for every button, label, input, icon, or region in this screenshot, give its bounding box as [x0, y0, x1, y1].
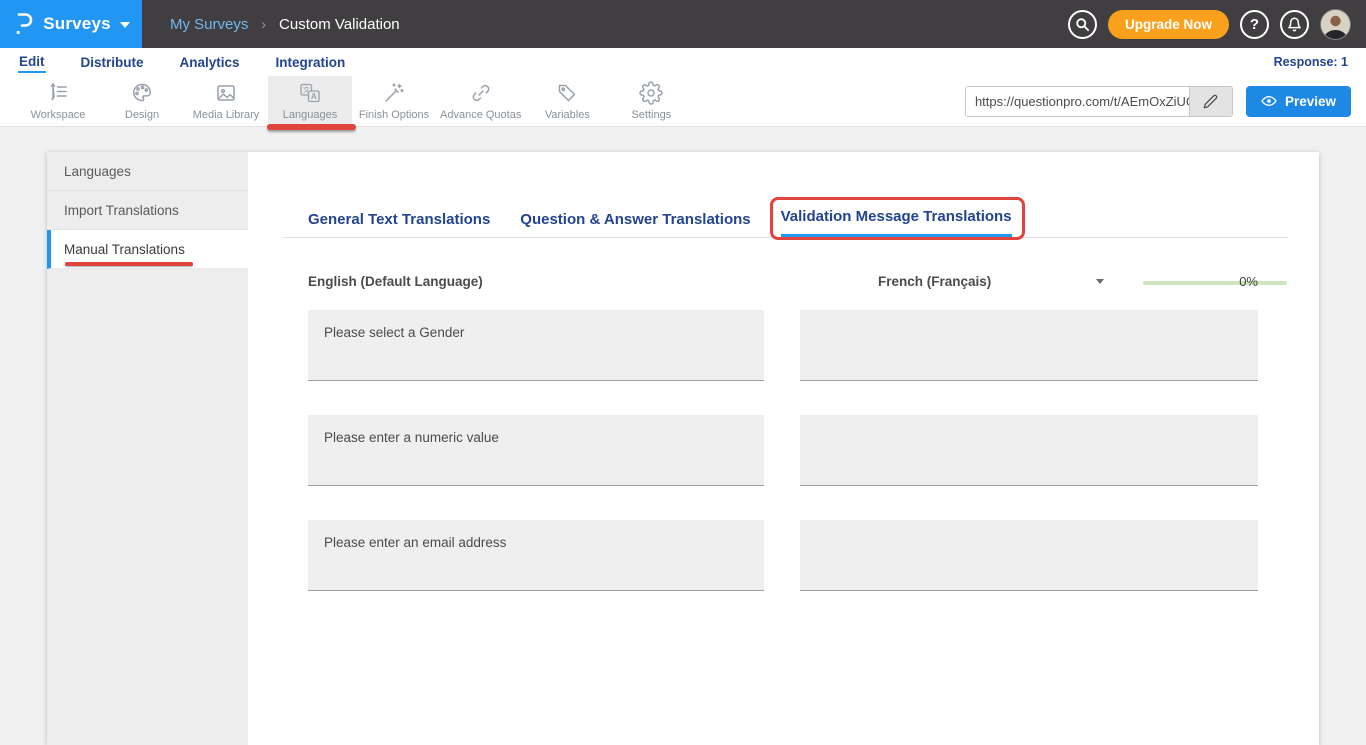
pencil-icon	[1203, 94, 1218, 109]
toolbar-finish-options[interactable]: Finish Options	[352, 76, 436, 126]
search-button[interactable]	[1068, 10, 1097, 39]
notifications-button[interactable]	[1280, 10, 1309, 39]
survey-url-group	[965, 86, 1233, 117]
breadcrumb: My Surveys › Custom Validation	[170, 16, 400, 33]
translation-row: Please enter a numeric value	[308, 415, 1258, 486]
survey-nav: Edit Distribute Analytics Integration Re…	[0, 48, 1366, 76]
sidebar-item-manual-translations-label: Manual Translations	[64, 242, 185, 257]
source-language-label: English (Default Language)	[308, 274, 483, 289]
tab-validation-message-translations-label: Validation Message Translations	[781, 208, 1012, 225]
sidebar-item-manual-translations[interactable]: Manual Translations	[47, 230, 248, 269]
chevron-down-icon	[120, 22, 130, 28]
sidebar-item-import-translations[interactable]: Import Translations	[47, 191, 248, 230]
survey-url-input[interactable]	[966, 87, 1189, 116]
translation-row: Please select a Gender	[308, 310, 1258, 381]
tab-edit[interactable]: Edit	[18, 51, 46, 73]
toolbar-media-library-label: Media Library	[193, 109, 260, 121]
user-avatar[interactable]	[1320, 9, 1351, 40]
tab-integration[interactable]: Integration	[275, 52, 347, 72]
top-bar: Surveys My Surveys › Custom Validation U…	[0, 0, 1366, 48]
tab-distribute[interactable]: Distribute	[80, 52, 145, 72]
toolbar-design-label: Design	[125, 109, 159, 121]
breadcrumb-current: Custom Validation	[279, 16, 400, 33]
toolbar-variables[interactable]: Variables	[525, 76, 609, 126]
toolbar-advance-quotas[interactable]: Advance Quotas	[436, 76, 525, 126]
eye-icon	[1261, 93, 1277, 109]
edit-toolbar: Workspace Design Media Library 文 A	[0, 76, 1366, 127]
target-language-select[interactable]: French (Français)	[878, 274, 1104, 289]
breadcrumb-separator-icon: ›	[261, 16, 266, 32]
tab-validation-message-translations[interactable]: Validation Message Translations	[781, 200, 1012, 237]
sidebar-item-languages[interactable]: Languages	[47, 152, 248, 191]
translations-panel: General Text Translations Question & Ans…	[248, 152, 1319, 745]
preview-label: Preview	[1285, 94, 1336, 109]
annotation-underline-languages	[267, 124, 356, 130]
chain-link-icon	[469, 81, 493, 105]
brand-label: Surveys	[43, 14, 111, 34]
toolbar-workspace[interactable]: Workspace	[16, 76, 100, 126]
image-icon	[214, 81, 238, 105]
toolbar-finish-options-label: Finish Options	[359, 109, 429, 121]
toolbar-languages-label: Languages	[283, 109, 337, 121]
toolbar-languages[interactable]: 文 A Languages	[268, 76, 352, 126]
content-card: Languages Import Translations Manual Tra…	[47, 152, 1319, 745]
questionpro-logo-icon	[12, 11, 34, 37]
header-actions: Upgrade Now ?	[1068, 9, 1366, 40]
toolbar-advance-quotas-label: Advance Quotas	[440, 109, 521, 121]
palette-icon	[130, 81, 154, 105]
svg-text:A: A	[311, 92, 317, 101]
preview-button[interactable]: Preview	[1246, 86, 1351, 117]
annotation-underline-manual-translations	[65, 262, 193, 266]
tab-analytics[interactable]: Analytics	[179, 52, 241, 72]
tab-question-answer-translations[interactable]: Question & Answer Translations	[520, 203, 750, 237]
translate-icon: 文 A	[298, 81, 322, 105]
language-header-row: English (Default Language) French (Franç…	[308, 271, 1258, 295]
toolbar-settings[interactable]: Settings	[609, 76, 693, 126]
tag-icon	[555, 81, 579, 105]
caret-down-icon	[1096, 279, 1104, 284]
upgrade-now-button[interactable]: Upgrade Now	[1108, 10, 1229, 39]
tab-general-text-translations[interactable]: General Text Translations	[308, 203, 490, 237]
translation-tabs: General Text Translations Question & Ans…	[283, 200, 1288, 238]
magic-wand-icon	[382, 81, 406, 105]
languages-sidebar: Languages Import Translations Manual Tra…	[47, 152, 248, 745]
toolbar-workspace-label: Workspace	[31, 109, 86, 121]
gear-icon	[639, 81, 663, 105]
toolbar-design[interactable]: Design	[100, 76, 184, 126]
brand-menu[interactable]: Surveys	[0, 0, 142, 48]
toolbar-right: Preview	[965, 76, 1366, 126]
translation-progress-bar	[1143, 281, 1287, 285]
french-input-gender[interactable]	[800, 310, 1258, 381]
response-count[interactable]: Response: 1	[1274, 55, 1348, 69]
pencil-list-icon	[46, 81, 70, 105]
english-text-numeric: Please enter a numeric value	[308, 415, 764, 486]
french-input-email[interactable]	[800, 520, 1258, 591]
toolbar-variables-label: Variables	[545, 109, 590, 121]
english-text-email: Please enter an email address	[308, 520, 764, 591]
help-button[interactable]: ?	[1240, 10, 1269, 39]
target-language-label: French (Français)	[878, 274, 991, 289]
question-mark-icon: ?	[1250, 16, 1259, 33]
toolbar-media-library[interactable]: Media Library	[184, 76, 268, 126]
translation-row: Please enter an email address	[308, 520, 1258, 591]
edit-url-button[interactable]	[1189, 87, 1232, 116]
french-input-numeric[interactable]	[800, 415, 1258, 486]
translation-progress-percent: 0%	[1239, 274, 1258, 289]
search-icon	[1075, 17, 1090, 32]
breadcrumb-my-surveys[interactable]: My Surveys	[170, 16, 248, 33]
bell-icon	[1287, 17, 1302, 32]
english-text-gender: Please select a Gender	[308, 310, 764, 381]
toolbar-settings-label: Settings	[631, 109, 671, 121]
